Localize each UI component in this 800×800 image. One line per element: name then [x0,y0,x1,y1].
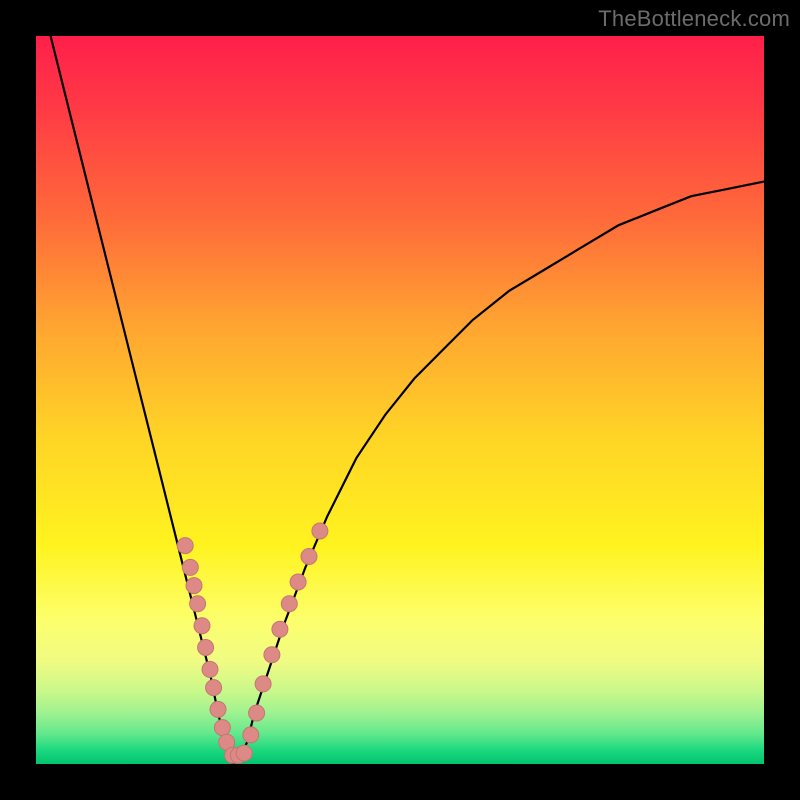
data-dot [190,596,206,612]
data-dot [206,680,222,696]
bottleneck-curve [51,36,764,764]
data-dot [210,701,226,717]
chart-svg [36,36,764,764]
data-dot [214,720,230,736]
data-dot [249,705,265,721]
data-dot [301,549,317,565]
chart-frame: TheBottleneck.com [0,0,800,800]
data-dot [255,676,271,692]
watermark-text: TheBottleneck.com [598,6,790,32]
data-dot [243,727,259,743]
data-dot [236,745,252,761]
plot-area [36,36,764,764]
data-dot [202,661,218,677]
data-dot [312,523,328,539]
data-dots [177,523,328,763]
data-dot [194,618,210,634]
data-dot [281,596,297,612]
data-dot [186,578,202,594]
data-dot [264,647,280,663]
data-dot [272,621,288,637]
data-dot [198,640,214,656]
data-dot [177,538,193,554]
data-dot [182,559,198,575]
data-dot [290,574,306,590]
